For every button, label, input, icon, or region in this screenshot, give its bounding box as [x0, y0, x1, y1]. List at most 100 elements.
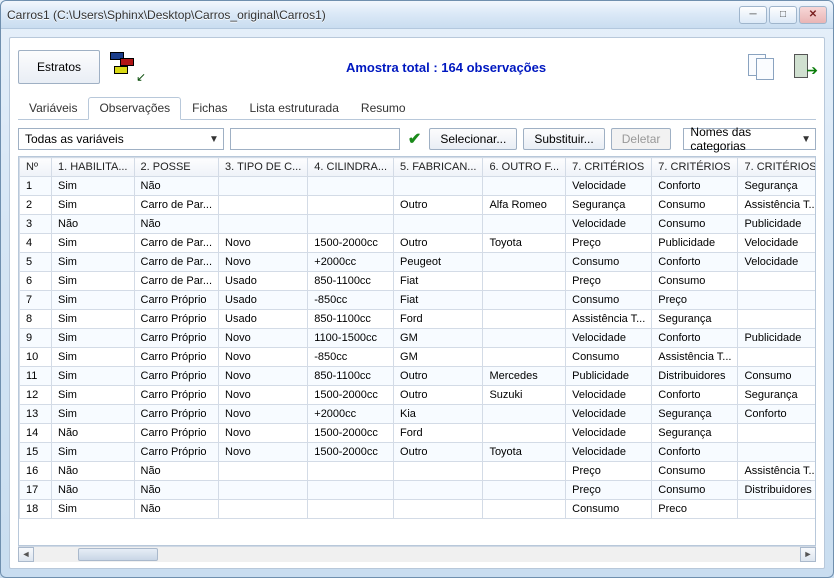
- table-row[interactable]: 8SimCarro PróprioUsado850-1100ccFordAssi…: [20, 310, 817, 329]
- category-names-combo[interactable]: Nomes das categorias ▼: [683, 128, 816, 150]
- data-cell[interactable]: Segurança: [566, 196, 652, 215]
- data-cell[interactable]: Mercedes: [483, 367, 566, 386]
- scroll-thumb[interactable]: [78, 548, 158, 561]
- data-cell[interactable]: Carro de Par...: [134, 272, 219, 291]
- table-row[interactable]: 7SimCarro PróprioUsado-850ccFiatConsumoP…: [20, 291, 817, 310]
- data-cell[interactable]: Outro: [394, 367, 483, 386]
- data-cell[interactable]: Sim: [52, 291, 135, 310]
- data-cell[interactable]: Outro: [394, 443, 483, 462]
- data-cell[interactable]: -850cc: [308, 348, 394, 367]
- data-cell[interactable]: Publicidade: [738, 215, 816, 234]
- column-header[interactable]: 1. HABILITA...: [52, 158, 135, 177]
- data-cell[interactable]: Preço: [566, 462, 652, 481]
- data-cell[interactable]: Consumo: [652, 215, 738, 234]
- data-grid[interactable]: Nº1. HABILITA...2. POSSE3. TIPO DE C...4…: [18, 156, 816, 546]
- data-cell[interactable]: Velocidade: [738, 234, 816, 253]
- data-cell[interactable]: 1500-2000cc: [308, 386, 394, 405]
- data-cell[interactable]: Sim: [52, 177, 135, 196]
- scroll-left-icon[interactable]: ◄: [18, 547, 34, 562]
- data-cell[interactable]: [219, 177, 308, 196]
- data-cell[interactable]: +2000cc: [308, 405, 394, 424]
- data-cell[interactable]: Distribuidores: [652, 367, 738, 386]
- data-cell[interactable]: Carro Próprio: [134, 424, 219, 443]
- data-cell[interactable]: [483, 348, 566, 367]
- data-cell[interactable]: Ford: [394, 310, 483, 329]
- column-header[interactable]: 3. TIPO DE C...: [219, 158, 308, 177]
- tab-fichas[interactable]: Fichas: [181, 97, 238, 120]
- data-cell[interactable]: 850-1100cc: [308, 310, 394, 329]
- data-cell[interactable]: 1500-2000cc: [308, 443, 394, 462]
- data-cell[interactable]: Conforto: [652, 329, 738, 348]
- apply-search-icon[interactable]: ✔: [406, 129, 423, 149]
- data-cell[interactable]: Suzuki: [483, 386, 566, 405]
- data-cell[interactable]: Conforto: [652, 386, 738, 405]
- data-cell[interactable]: [738, 348, 816, 367]
- data-cell[interactable]: [394, 462, 483, 481]
- data-cell[interactable]: Carro Próprio: [134, 348, 219, 367]
- data-cell[interactable]: Não: [134, 481, 219, 500]
- horizontal-scrollbar[interactable]: ◄ ►: [18, 546, 816, 562]
- data-cell[interactable]: Conforto: [652, 443, 738, 462]
- data-cell[interactable]: Usado: [219, 272, 308, 291]
- data-cell[interactable]: [738, 500, 816, 519]
- data-cell[interactable]: Novo: [219, 348, 308, 367]
- data-cell[interactable]: Preco: [652, 500, 738, 519]
- data-cell[interactable]: Não: [134, 500, 219, 519]
- data-cell[interactable]: [483, 310, 566, 329]
- data-cell[interactable]: Carro de Par...: [134, 234, 219, 253]
- table-row[interactable]: 15SimCarro PróprioNovo1500-2000ccOutroTo…: [20, 443, 817, 462]
- column-header[interactable]: 5. FABRICAN...: [394, 158, 483, 177]
- data-cell[interactable]: Outro: [394, 386, 483, 405]
- column-header[interactable]: 7. CRITÉRIOS: [566, 158, 652, 177]
- data-cell[interactable]: Não: [52, 215, 135, 234]
- data-cell[interactable]: Sim: [52, 386, 135, 405]
- data-cell[interactable]: [483, 329, 566, 348]
- data-cell[interactable]: [394, 481, 483, 500]
- data-cell[interactable]: [483, 272, 566, 291]
- data-cell[interactable]: 1500-2000cc: [308, 424, 394, 443]
- data-cell[interactable]: Publicidade: [652, 234, 738, 253]
- data-cell[interactable]: Kia: [394, 405, 483, 424]
- column-header[interactable]: Nº: [20, 158, 52, 177]
- data-cell[interactable]: Publicidade: [566, 367, 652, 386]
- data-cell[interactable]: Novo: [219, 424, 308, 443]
- data-cell[interactable]: Distribuidores: [738, 481, 816, 500]
- table-row[interactable]: 16NãoNãoPreçoConsumoAssistência T...Se: [20, 462, 817, 481]
- data-cell[interactable]: Outro: [394, 196, 483, 215]
- data-cell[interactable]: Fiat: [394, 291, 483, 310]
- data-cell[interactable]: Segurança: [652, 424, 738, 443]
- column-header[interactable]: 6. OUTRO F...: [483, 158, 566, 177]
- data-cell[interactable]: [483, 500, 566, 519]
- search-input[interactable]: [230, 128, 400, 150]
- data-cell[interactable]: GM: [394, 329, 483, 348]
- table-row[interactable]: 12SimCarro PróprioNovo1500-2000ccOutroSu…: [20, 386, 817, 405]
- data-cell[interactable]: Consumo: [566, 253, 652, 272]
- data-cell[interactable]: Velocidade: [566, 329, 652, 348]
- data-cell[interactable]: Sim: [52, 234, 135, 253]
- data-cell[interactable]: Conforto: [652, 177, 738, 196]
- data-cell[interactable]: Toyota: [483, 234, 566, 253]
- data-cell[interactable]: Carro Próprio: [134, 310, 219, 329]
- data-cell[interactable]: Preço: [566, 481, 652, 500]
- data-cell[interactable]: Peugeot: [394, 253, 483, 272]
- data-cell[interactable]: [219, 481, 308, 500]
- variable-filter-combo[interactable]: Todas as variáveis ▼: [18, 128, 224, 150]
- table-row[interactable]: 4SimCarro de Par...Novo1500-2000ccOutroT…: [20, 234, 817, 253]
- data-cell[interactable]: Não: [52, 481, 135, 500]
- data-cell[interactable]: Novo: [219, 253, 308, 272]
- data-cell[interactable]: Consumo: [566, 291, 652, 310]
- data-cell[interactable]: Outro: [394, 234, 483, 253]
- table-row[interactable]: 3NãoNãoVelocidadeConsumoPublicidadeBe: [20, 215, 817, 234]
- data-cell[interactable]: Sim: [52, 310, 135, 329]
- data-cell[interactable]: Velocidade: [566, 424, 652, 443]
- data-cell[interactable]: [738, 291, 816, 310]
- data-cell[interactable]: [219, 462, 308, 481]
- table-row[interactable]: 18SimNãoConsumoPrecoMu: [20, 500, 817, 519]
- data-cell[interactable]: [219, 196, 308, 215]
- table-row[interactable]: 9SimCarro PróprioNovo1100-1500ccGMVeloci…: [20, 329, 817, 348]
- estratos-button[interactable]: Estratos: [18, 50, 100, 84]
- tab-vari-veis[interactable]: Variáveis: [18, 97, 88, 120]
- data-cell[interactable]: Não: [134, 462, 219, 481]
- data-cell[interactable]: [738, 310, 816, 329]
- table-row[interactable]: 1SimNãoVelocidadeConfortoSegurançaPo: [20, 177, 817, 196]
